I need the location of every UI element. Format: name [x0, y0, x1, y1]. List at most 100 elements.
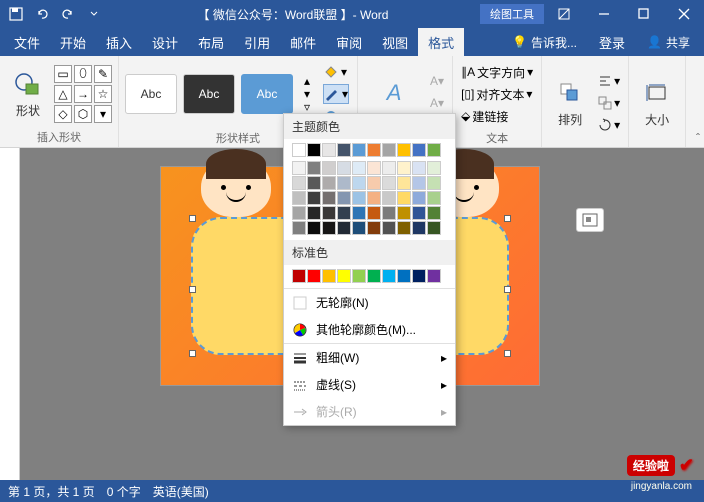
menu-view[interactable]: 视图	[372, 28, 418, 56]
color-swatch[interactable]	[352, 269, 366, 283]
shape-outline-button[interactable]: ▾	[323, 84, 349, 104]
more-colors-item[interactable]: 其他轮廓颜色(M)...	[284, 316, 455, 343]
color-swatch[interactable]	[412, 161, 426, 175]
color-swatch[interactable]	[397, 221, 411, 235]
group-button[interactable]: ▾	[598, 93, 620, 113]
maximize-icon[interactable]	[624, 0, 664, 28]
color-swatch[interactable]	[337, 221, 351, 235]
color-swatch[interactable]	[322, 221, 336, 235]
color-swatch[interactable]	[322, 269, 336, 283]
color-swatch[interactable]	[322, 206, 336, 220]
menu-references[interactable]: 引用	[234, 28, 280, 56]
color-swatch[interactable]	[337, 269, 351, 283]
style-preset-2[interactable]: Abc	[183, 74, 235, 114]
menu-format[interactable]: 格式	[418, 28, 464, 56]
color-swatch[interactable]	[337, 161, 351, 175]
color-swatch[interactable]	[322, 143, 336, 157]
color-swatch[interactable]	[307, 161, 321, 175]
color-swatch[interactable]	[427, 161, 441, 175]
color-swatch[interactable]	[337, 176, 351, 190]
color-swatch[interactable]	[412, 143, 426, 157]
close-icon[interactable]	[664, 0, 704, 28]
color-swatch[interactable]	[352, 176, 366, 190]
color-swatch[interactable]	[292, 161, 306, 175]
menu-review[interactable]: 审阅	[326, 28, 372, 56]
color-swatch[interactable]	[382, 191, 396, 205]
color-swatch[interactable]	[292, 206, 306, 220]
color-swatch[interactable]	[427, 191, 441, 205]
qat-dropdown-icon[interactable]	[82, 2, 106, 26]
undo-icon[interactable]	[30, 2, 54, 26]
menu-file[interactable]: 文件	[4, 28, 50, 56]
ruler-vertical[interactable]	[0, 148, 20, 480]
color-swatch[interactable]	[352, 161, 366, 175]
arrange-button[interactable]: 排列	[548, 73, 592, 132]
color-swatch[interactable]	[427, 176, 441, 190]
color-swatch[interactable]	[397, 269, 411, 283]
color-swatch[interactable]	[337, 143, 351, 157]
color-swatch[interactable]	[382, 269, 396, 283]
share-button[interactable]: 👤共享	[637, 28, 700, 56]
weight-item[interactable]: 粗细(W)▸	[284, 344, 455, 371]
color-swatch[interactable]	[307, 176, 321, 190]
color-swatch[interactable]	[322, 161, 336, 175]
color-swatch[interactable]	[307, 269, 321, 283]
text-direction-button[interactable]: ∥A 文字方向 ▾	[461, 62, 533, 82]
color-swatch[interactable]	[367, 269, 381, 283]
style-scroll-down-icon[interactable]: ▾	[297, 88, 317, 100]
color-swatch[interactable]	[367, 161, 381, 175]
color-swatch[interactable]	[427, 206, 441, 220]
color-swatch[interactable]	[307, 143, 321, 157]
color-swatch[interactable]	[367, 206, 381, 220]
menu-mailings[interactable]: 邮件	[280, 28, 326, 56]
status-words[interactable]: 0 个字	[107, 483, 141, 500]
color-swatch[interactable]	[412, 206, 426, 220]
color-swatch[interactable]	[292, 221, 306, 235]
status-page[interactable]: 第 1 页，共 1 页	[8, 483, 95, 500]
create-link-button[interactable]: ⬙ 建链接	[461, 106, 533, 126]
color-swatch[interactable]	[397, 176, 411, 190]
color-swatch[interactable]	[382, 161, 396, 175]
style-scroll-up-icon[interactable]: ▴	[297, 75, 317, 87]
shape-fill-button[interactable]: ▾	[323, 62, 349, 82]
ribbon-collapse-icon[interactable]: ˆ	[696, 131, 700, 145]
color-swatch[interactable]	[397, 191, 411, 205]
save-icon[interactable]	[4, 2, 28, 26]
color-swatch[interactable]	[367, 221, 381, 235]
color-swatch[interactable]	[367, 191, 381, 205]
menu-insert[interactable]: 插入	[96, 28, 142, 56]
color-swatch[interactable]	[427, 143, 441, 157]
minimize-icon[interactable]	[584, 0, 624, 28]
color-swatch[interactable]	[412, 269, 426, 283]
color-swatch[interactable]	[322, 191, 336, 205]
color-swatch[interactable]	[382, 221, 396, 235]
redo-icon[interactable]	[56, 2, 80, 26]
color-swatch[interactable]	[292, 269, 306, 283]
color-swatch[interactable]	[427, 221, 441, 235]
color-swatch[interactable]	[307, 221, 321, 235]
color-swatch[interactable]	[337, 206, 351, 220]
color-swatch[interactable]	[292, 143, 306, 157]
color-swatch[interactable]	[412, 191, 426, 205]
color-swatch[interactable]	[397, 161, 411, 175]
text-outline-button[interactable]: A▾	[430, 93, 444, 113]
menu-design[interactable]: 设计	[142, 28, 188, 56]
menu-home[interactable]: 开始	[50, 28, 96, 56]
no-outline-item[interactable]: 无轮廓(N)	[284, 289, 455, 316]
color-swatch[interactable]	[307, 191, 321, 205]
color-swatch[interactable]	[397, 143, 411, 157]
help-icon[interactable]	[544, 0, 584, 28]
color-swatch[interactable]	[427, 269, 441, 283]
style-preset-1[interactable]: Abc	[125, 74, 177, 114]
color-swatch[interactable]	[412, 176, 426, 190]
color-swatch[interactable]	[307, 206, 321, 220]
text-fill-button[interactable]: A▾	[430, 71, 444, 91]
color-swatch[interactable]	[337, 191, 351, 205]
color-swatch[interactable]	[352, 221, 366, 235]
color-swatch[interactable]	[367, 143, 381, 157]
dashes-item[interactable]: 虚线(S)▸	[284, 371, 455, 398]
style-preset-3[interactable]: Abc	[241, 74, 293, 114]
color-swatch[interactable]	[292, 176, 306, 190]
size-button[interactable]: 大小	[635, 73, 679, 132]
color-swatch[interactable]	[382, 206, 396, 220]
